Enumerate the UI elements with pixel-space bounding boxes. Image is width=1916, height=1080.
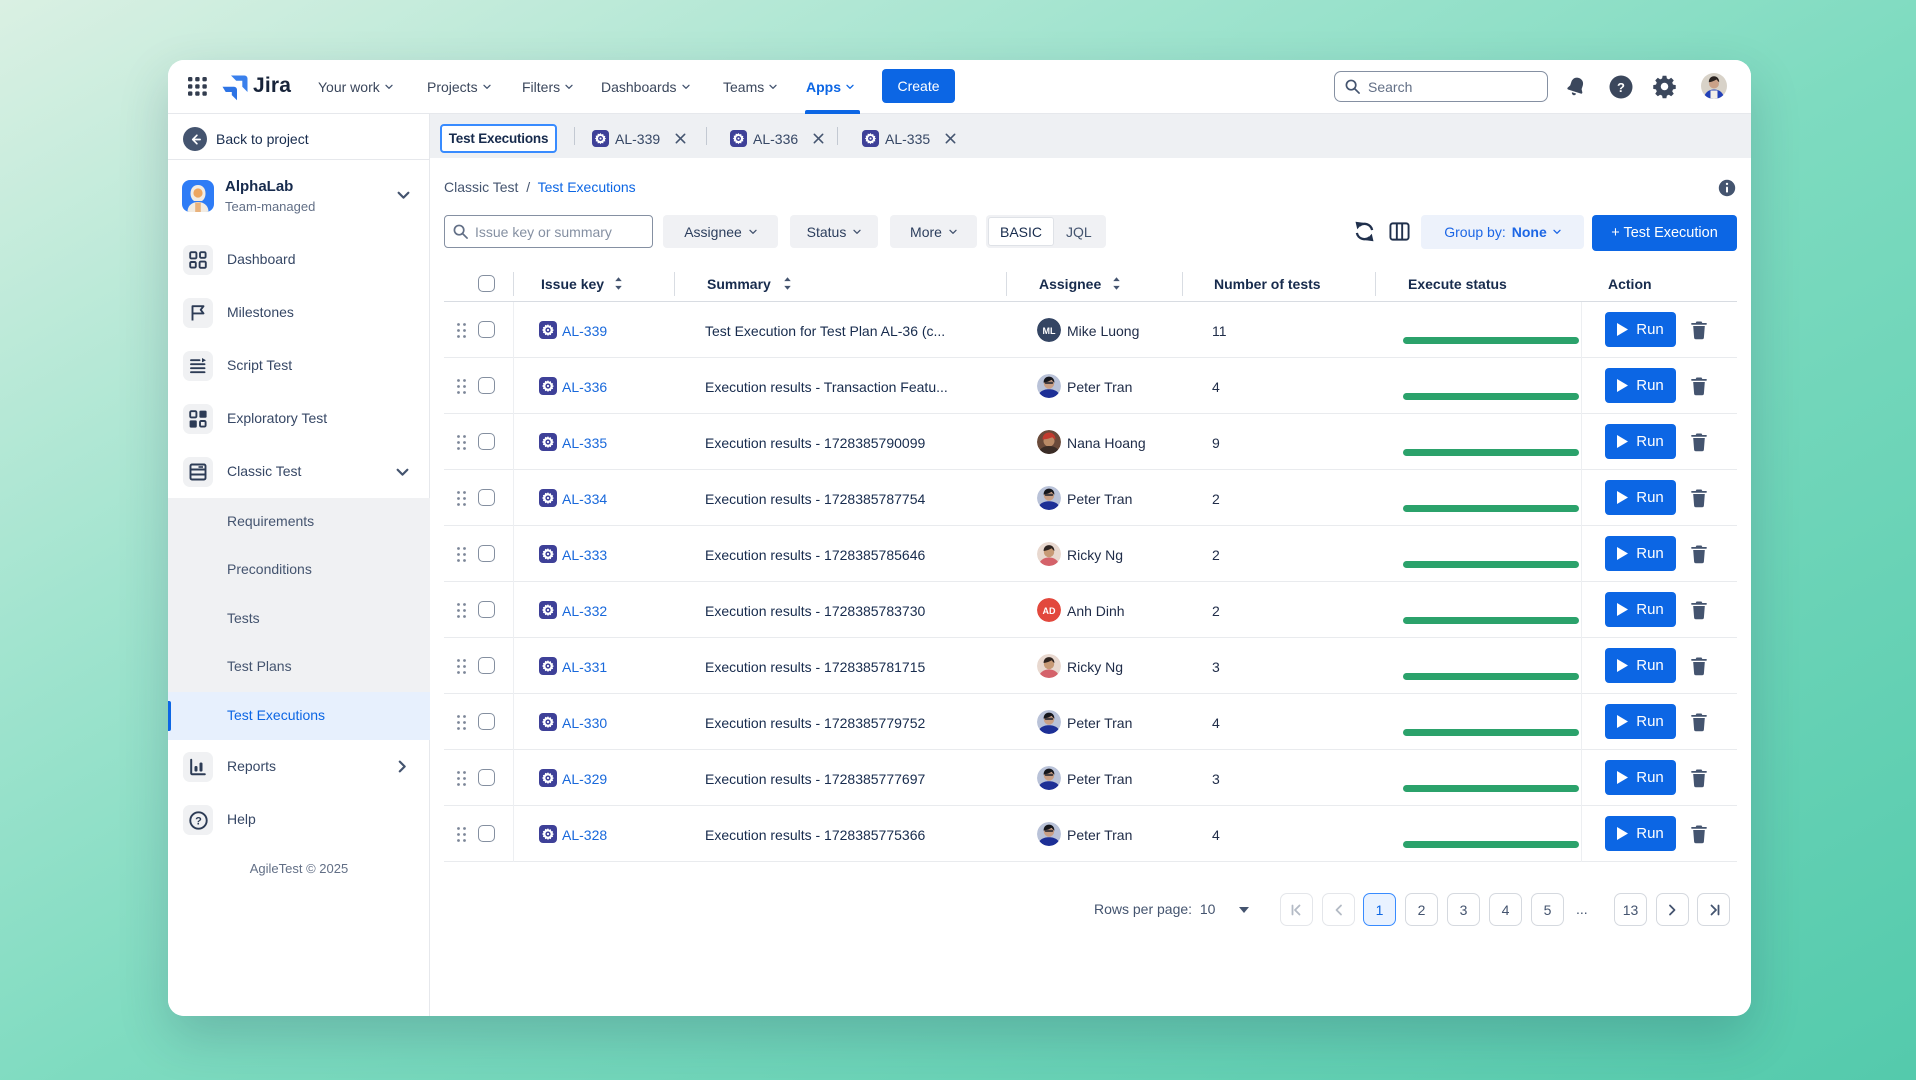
svg-text:AD: AD [1043,606,1056,616]
svg-text:?: ? [1617,80,1625,95]
svg-text:?: ? [195,815,202,827]
svg-text:ML: ML [1043,326,1056,336]
